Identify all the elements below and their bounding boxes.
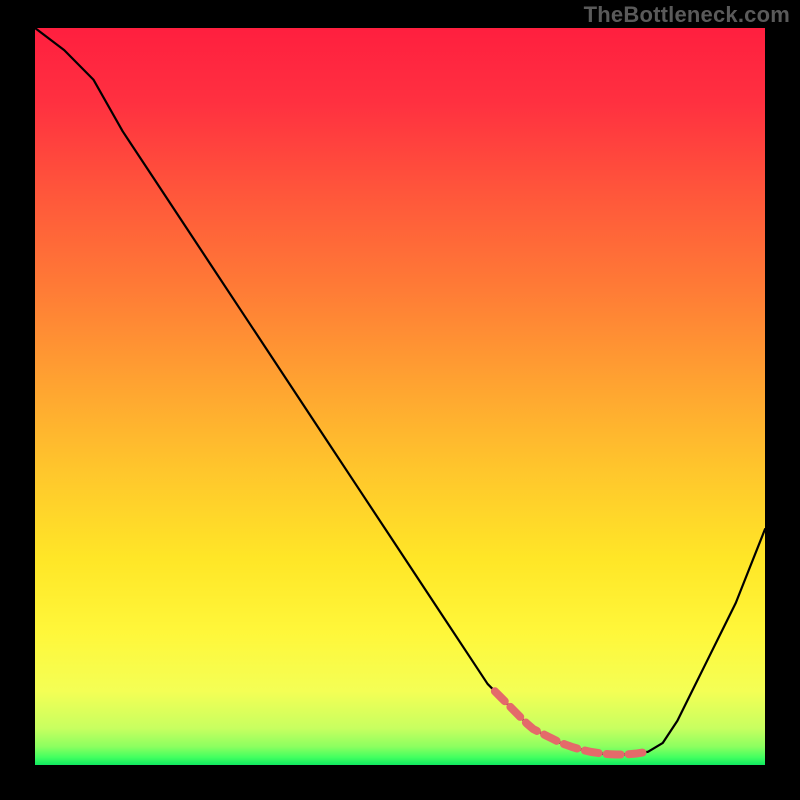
chart-svg <box>35 28 765 765</box>
gradient-background <box>35 28 765 765</box>
chart-area <box>35 28 765 765</box>
watermark-text: TheBottleneck.com <box>584 2 790 28</box>
